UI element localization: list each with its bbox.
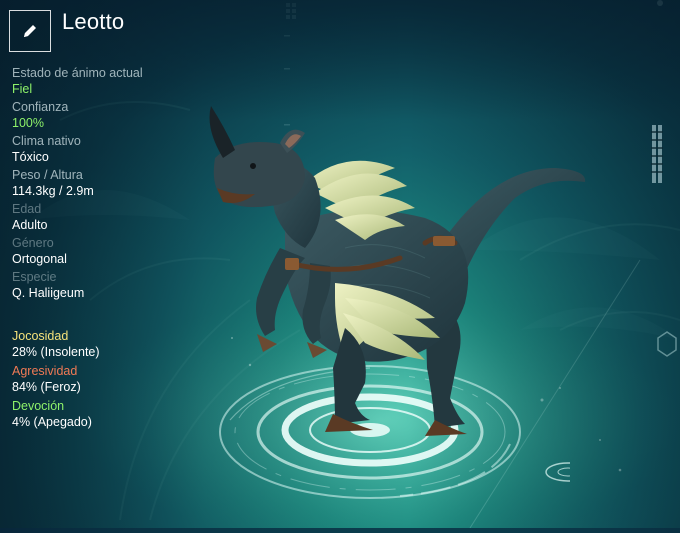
trait-devotion: Devoción 4% (Apegado)	[12, 399, 202, 430]
stat-label: Edad	[12, 202, 42, 216]
stat-value: Adulto	[12, 218, 48, 232]
stat-value: 114.3kg / 2.9m	[12, 184, 94, 198]
stat-value: Q. Haliigeum	[12, 286, 85, 300]
stat-climate: Clima nativo Tóxico	[12, 134, 202, 165]
stat-label: Género	[12, 236, 54, 250]
creature-model	[209, 106, 586, 436]
stat-label: Clima nativo	[12, 134, 81, 148]
hexagon-icon	[657, 331, 677, 357]
stat-value: Fiel	[12, 82, 33, 96]
side-panel-handle[interactable]	[651, 125, 665, 183]
trait-value: 84% (Feroz)	[12, 380, 81, 394]
stat-value: Ortogonal	[12, 252, 67, 266]
trait-label: Jocosidad	[12, 329, 69, 343]
stat-label: Especie	[12, 270, 57, 284]
stats-panel: Estado de ánimo actual Fiel Confianza 10…	[12, 66, 202, 304]
stat-label: Estado de ánimo actual	[12, 66, 143, 80]
pet-name: Leotto	[62, 9, 125, 34]
stat-value: Tóxico	[12, 150, 49, 164]
stat-species: Especie Q. Haliigeum	[12, 270, 202, 301]
trait-label: Devoción	[12, 399, 65, 413]
stat-value: 100%	[12, 116, 44, 130]
traits-panel: Jocosidad 28% (Insolente) Agresividad 84…	[12, 329, 202, 434]
edit-name-button[interactable]	[9, 10, 51, 52]
stat-label: Confianza	[12, 100, 69, 114]
stat-mood: Estado de ánimo actual Fiel	[12, 66, 202, 97]
trait-value: 28% (Insolente)	[12, 345, 100, 359]
stat-age: Edad Adulto	[12, 202, 202, 233]
trait-playfulness: Jocosidad 28% (Insolente)	[12, 329, 202, 360]
trait-aggression: Agresividad 84% (Feroz)	[12, 364, 202, 395]
stat-label: Peso / Altura	[12, 168, 83, 182]
pencil-icon	[24, 25, 36, 37]
stat-trust: Confianza 100%	[12, 100, 202, 131]
stat-gender: Género Ortogonal	[12, 236, 202, 267]
stat-weight-height: Peso / Altura 114.3kg / 2.9m	[12, 168, 202, 199]
trait-label: Agresividad	[12, 364, 78, 378]
trait-value: 4% (Apegado)	[12, 415, 92, 429]
